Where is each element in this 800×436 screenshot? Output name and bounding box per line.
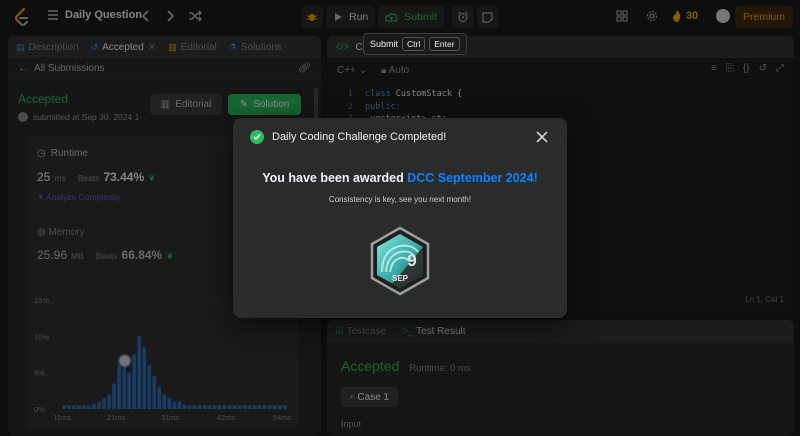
badge-number: 9 [407,251,416,270]
modal-header: Daily Coding Challenge Completed! [250,130,446,144]
modal-header-text: Daily Coding Challenge Completed! [272,131,447,143]
dcc-award-modal: Daily Coding Challenge Completed! You ha… [233,118,567,318]
award-subtitle: Consistency is key, see you next month! [328,195,472,204]
dcc-badge-icon: 9 SEP [370,226,430,296]
key-enter: Enter [429,37,460,51]
award-title: You have been awarded DCC September 2024… [233,171,567,185]
award-title-prefix: You have been awarded [262,171,408,185]
close-icon[interactable] [535,130,549,144]
check-circle-icon [250,130,264,144]
key-ctrl: Ctrl [402,37,426,51]
tooltip-label: Submit [370,39,399,49]
award-name-link[interactable]: DCC September 2024! [407,171,538,185]
submit-shortcut-tooltip: Submit Ctrl Enter [363,33,467,55]
badge-month: SEP [392,274,409,283]
